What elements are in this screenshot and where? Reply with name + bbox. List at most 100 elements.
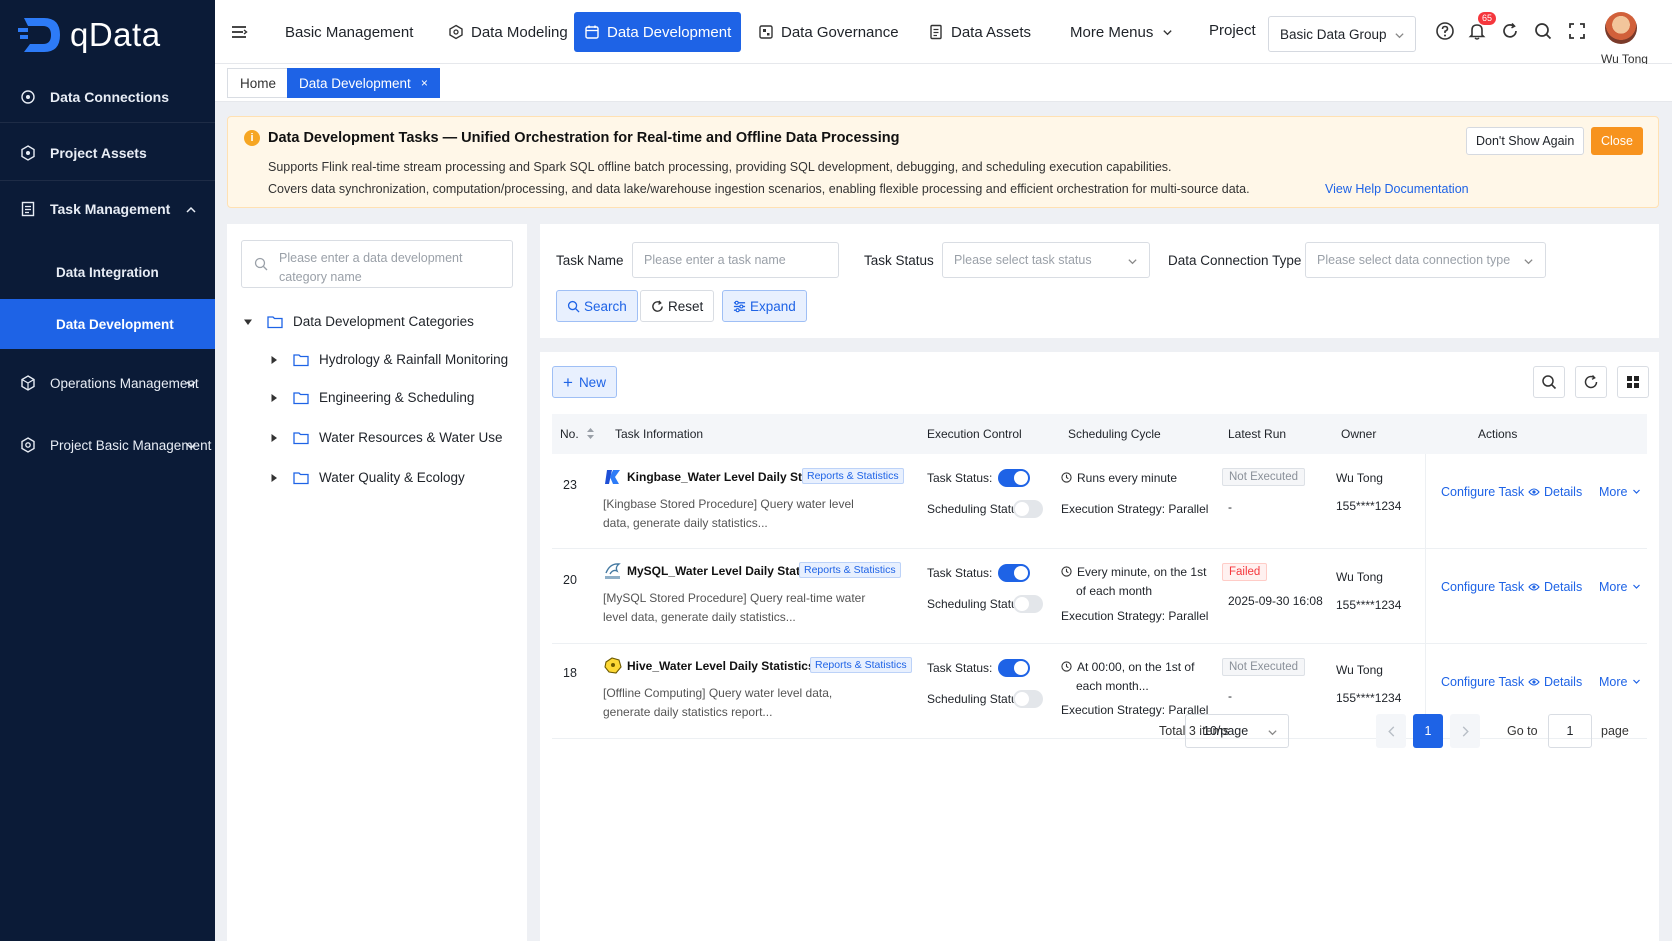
tab-label: Data Development xyxy=(299,75,411,91)
menu-collapse-icon[interactable] xyxy=(229,22,249,42)
page-number-current[interactable]: 1 xyxy=(1413,714,1443,748)
tree-node-water-resources[interactable]: Water Resources & Water Use xyxy=(269,430,503,445)
chevron-left-icon xyxy=(1387,725,1396,737)
configure-task-link[interactable]: Configure Task xyxy=(1441,675,1524,689)
tree-node-label: Hydrology & Rainfall Monitoring xyxy=(319,352,509,367)
user-avatar[interactable] xyxy=(1605,12,1637,44)
task-status-select[interactable]: Please select task status xyxy=(942,242,1150,278)
project-label: Project xyxy=(1209,22,1256,39)
schedule-cycle: At 00:00, on the 1st of xyxy=(1061,660,1194,674)
table-search-button[interactable] xyxy=(1533,366,1565,398)
sidebar: qData Data Connections Project Assets Ta… xyxy=(0,0,215,941)
task-status-toggle[interactable] xyxy=(998,564,1030,582)
column-header-owner: Owner xyxy=(1341,427,1377,441)
search-button[interactable]: Search xyxy=(556,290,638,322)
category-search-input[interactable]: Please enter a data development category… xyxy=(241,240,513,288)
caret-right-icon[interactable] xyxy=(269,355,279,365)
cycle-text: At 00:00, on the 1st of xyxy=(1077,660,1195,674)
tab-home[interactable]: Home xyxy=(227,68,290,98)
close-notice-button[interactable]: Close xyxy=(1591,127,1643,155)
sort-icon[interactable] xyxy=(586,427,595,440)
caret-right-icon[interactable] xyxy=(269,473,279,483)
table-refresh-button[interactable] xyxy=(1575,366,1607,398)
eye-icon xyxy=(1528,677,1540,687)
tree-node-engineering[interactable]: Engineering & Scheduling xyxy=(269,390,474,405)
expand-button[interactable]: Expand xyxy=(722,290,807,322)
details-link[interactable]: Details xyxy=(1528,485,1582,499)
caret-right-icon[interactable] xyxy=(269,393,279,403)
tree-node-label: Water Resources & Water Use xyxy=(319,430,503,445)
tree-node-hydrology[interactable]: Hydrology & Rainfall Monitoring xyxy=(269,352,508,367)
connection-type-select[interactable]: Please select data connection type xyxy=(1305,242,1546,278)
cycle-text: Every minute, on the 1st xyxy=(1077,565,1207,579)
sidebar-item-label: Data Connections xyxy=(50,89,170,105)
column-settings-button[interactable] xyxy=(1617,366,1649,398)
grid-icon xyxy=(1626,375,1640,389)
sidebar-item-operations-management[interactable]: Operations Management xyxy=(0,358,215,408)
table-row: 18 Hive_Water Level Daily Statistics Rep… xyxy=(552,644,1647,739)
app-logo[interactable]: qData xyxy=(18,14,161,56)
nav-data-governance[interactable]: Data Governance xyxy=(748,12,909,52)
reset-button[interactable]: Reset xyxy=(640,290,715,322)
details-link[interactable]: Details xyxy=(1528,580,1582,594)
nav-basic-management[interactable]: Basic Management xyxy=(275,12,423,52)
project-select[interactable]: Basic Data Group xyxy=(1268,16,1416,52)
sidebar-item-label: Operations Management xyxy=(50,375,199,391)
caret-right-icon[interactable] xyxy=(269,433,279,443)
help-icon[interactable] xyxy=(1434,20,1456,42)
tab-data-development[interactable]: Data Development × xyxy=(287,68,440,98)
search-icon[interactable] xyxy=(1532,20,1554,42)
qdata-logo-icon xyxy=(18,14,64,56)
folder-icon xyxy=(293,353,309,367)
notification-bell-icon[interactable]: 65 xyxy=(1466,12,1497,42)
chevron-down-icon xyxy=(1267,727,1278,738)
dont-show-again-button[interactable]: Don't Show Again xyxy=(1466,127,1585,155)
more-actions-dropdown[interactable]: More xyxy=(1599,485,1641,499)
row-number: 23 xyxy=(563,478,577,492)
sidebar-item-task-management[interactable]: Task Management xyxy=(0,184,215,234)
more-actions-dropdown[interactable]: More xyxy=(1599,675,1641,689)
sidebar-subitem-data-integration[interactable]: Data Integration xyxy=(0,247,215,297)
scheduling-status-toggle[interactable] xyxy=(1013,690,1043,708)
page-size-select[interactable]: 10/page xyxy=(1185,714,1289,748)
caret-down-icon[interactable] xyxy=(243,317,253,327)
sidebar-item-project-assets[interactable]: Project Assets xyxy=(0,128,215,178)
task-table-panel: + New No. Task Information Execution Con… xyxy=(540,352,1659,941)
table-header: No. Task Information Execution Control S… xyxy=(552,414,1647,454)
new-task-button[interactable]: + New xyxy=(552,366,617,398)
sidebar-subitem-data-development[interactable]: Data Development xyxy=(0,299,215,349)
owner-name: Wu Tong xyxy=(1336,663,1383,677)
task-status-toggle[interactable] xyxy=(998,469,1030,487)
prev-page-button[interactable] xyxy=(1376,714,1406,748)
nav-data-development[interactable]: Data Development xyxy=(574,12,742,52)
chevron-up-icon xyxy=(185,203,197,215)
fullscreen-icon[interactable] xyxy=(1566,20,1588,42)
configure-task-link[interactable]: Configure Task xyxy=(1441,485,1524,499)
sidebar-item-project-basic-management[interactable]: Project Basic Management xyxy=(0,420,215,470)
refresh-icon[interactable] xyxy=(1499,20,1521,42)
sidebar-item-data-connections[interactable]: Data Connections xyxy=(0,72,215,122)
scheduling-status-toggle[interactable] xyxy=(1013,595,1043,613)
column-header-no[interactable]: No. xyxy=(560,427,595,441)
configure-task-link[interactable]: Configure Task xyxy=(1441,580,1524,594)
asset-icon xyxy=(20,145,36,161)
operations-icon xyxy=(20,375,36,391)
scheduling-status-toggle[interactable] xyxy=(1013,500,1043,518)
schedule-cycle: Every minute, on the 1st xyxy=(1061,565,1206,579)
details-link[interactable]: Details xyxy=(1528,675,1582,689)
task-status-toggle[interactable] xyxy=(998,659,1030,677)
tree-root-data-development-categories[interactable]: Data Development Categories xyxy=(243,314,474,329)
nav-more-menus[interactable]: More Menus xyxy=(1060,12,1183,52)
next-page-button[interactable] xyxy=(1450,714,1480,748)
task-name-input[interactable]: Please enter a task name xyxy=(632,242,839,278)
more-actions-dropdown[interactable]: More xyxy=(1599,580,1641,594)
close-icon[interactable]: × xyxy=(421,76,428,90)
task-name-label: Task Name xyxy=(556,253,624,268)
help-documentation-link[interactable]: View Help Documentation xyxy=(1325,182,1469,196)
tree-node-water-quality[interactable]: Water Quality & Ecology xyxy=(269,470,465,485)
nav-data-assets[interactable]: Data Assets xyxy=(918,12,1041,52)
goto-page-input[interactable]: 1 xyxy=(1548,714,1592,748)
link-label: More xyxy=(1599,485,1628,499)
nav-data-modeling[interactable]: Data Modeling xyxy=(438,12,578,52)
run-status-badge: Not Executed xyxy=(1222,468,1306,486)
